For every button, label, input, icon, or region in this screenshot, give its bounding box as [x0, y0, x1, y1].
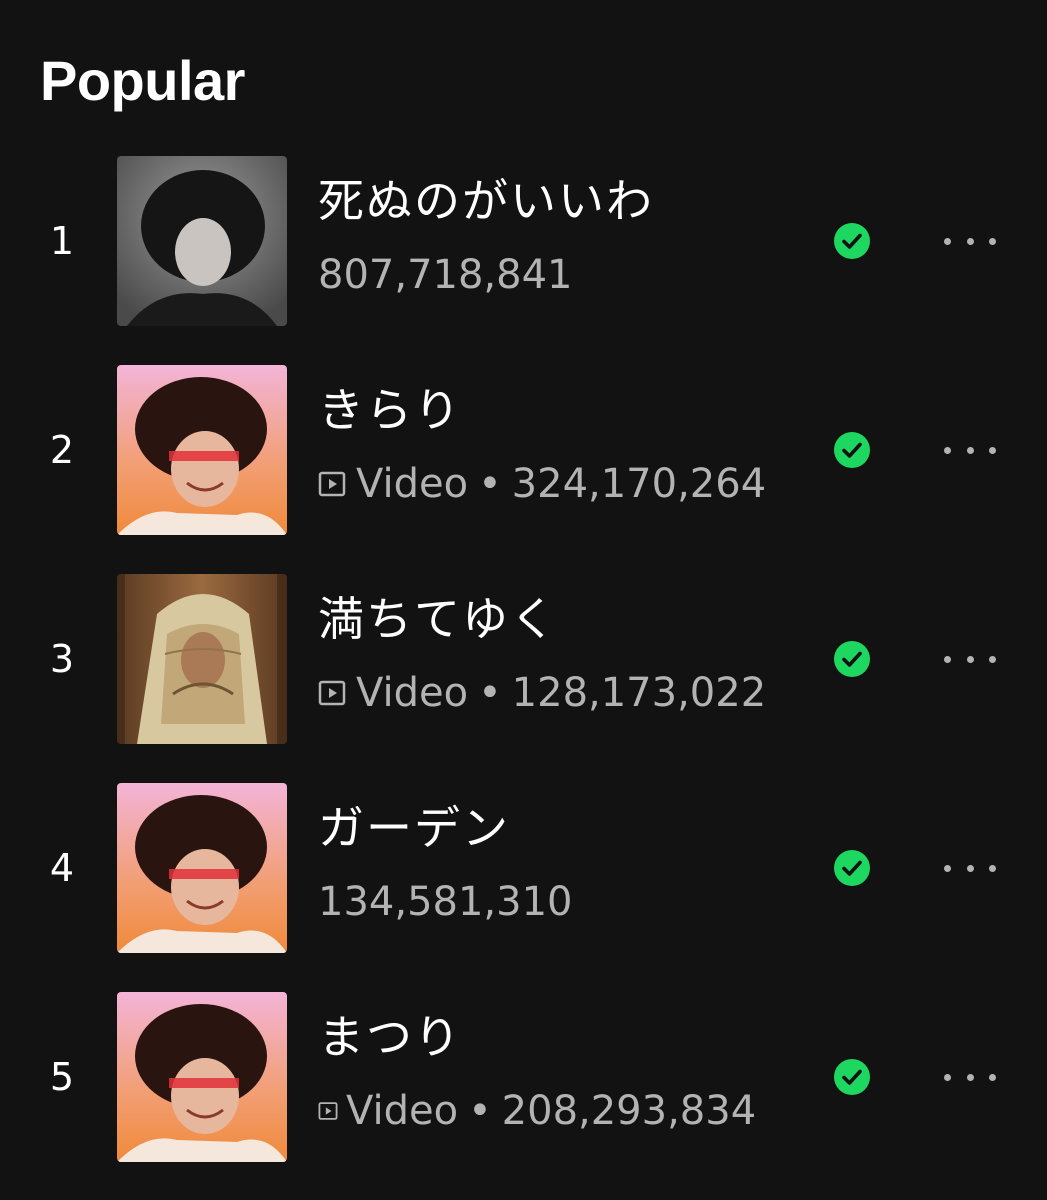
check-circle-icon — [834, 1059, 870, 1095]
track-rank: 3 — [49, 637, 75, 681]
more-horizontal-icon — [944, 655, 951, 663]
more-options-button[interactable] — [944, 856, 996, 880]
track-title: きらり — [318, 383, 462, 437]
track-meta: 807,718,841 — [318, 247, 572, 303]
track-row[interactable]: 5 まつり Video • 208,293,834 — [0, 991, 1047, 1163]
track-title: 満ちてゆく — [318, 592, 558, 646]
track-rank: 1 — [49, 219, 75, 263]
track-play-count: 807,718,841 — [318, 252, 573, 298]
track-meta: Video • 208,293,834 — [318, 1083, 756, 1139]
video-icon — [318, 1102, 338, 1120]
video-label: Video — [356, 670, 469, 716]
track-meta: 134,581,310 — [318, 874, 572, 930]
more-horizontal-icon — [944, 446, 951, 454]
meta-separator: • — [478, 461, 502, 507]
track-play-count: 134,581,310 — [318, 879, 573, 925]
track-cover-art — [117, 156, 287, 326]
check-circle-icon — [834, 850, 870, 886]
track-row[interactable]: 3 満ちてゆく Video • 128,173,022 — [0, 573, 1047, 745]
track-rank: 5 — [49, 1055, 75, 1099]
popular-track-list: 1 死ぬのがいいわ 807,718,841 2 きらり Video • 324,… — [0, 0, 1047, 1200]
track-play-count: 208,293,834 — [501, 1088, 757, 1134]
video-label: Video — [346, 1088, 459, 1134]
more-options-button[interactable] — [944, 1065, 996, 1089]
track-title: まつり — [318, 1010, 462, 1064]
video-icon — [318, 680, 346, 706]
track-meta: Video • 128,173,022 — [318, 665, 766, 721]
track-row[interactable]: 4 ガーデン 134,581,310 — [0, 782, 1047, 954]
more-options-button[interactable] — [944, 647, 996, 671]
track-cover-art — [117, 783, 287, 953]
track-row[interactable]: 1 死ぬのがいいわ 807,718,841 — [0, 155, 1047, 327]
track-row[interactable]: 2 きらり Video • 324,170,264 — [0, 364, 1047, 536]
track-cover-art — [117, 365, 287, 535]
more-options-button[interactable] — [944, 438, 996, 462]
track-rank: 4 — [49, 846, 75, 890]
track-cover-art — [117, 574, 287, 744]
track-play-count: 324,170,264 — [511, 461, 767, 507]
track-meta: Video • 324,170,264 — [318, 456, 766, 512]
more-options-button[interactable] — [944, 229, 996, 253]
track-rank: 2 — [49, 428, 75, 472]
track-play-count: 128,173,022 — [511, 670, 767, 716]
video-label: Video — [356, 461, 469, 507]
video-icon — [318, 471, 346, 497]
check-circle-icon — [834, 223, 870, 259]
check-circle-icon — [834, 641, 870, 677]
check-circle-icon — [834, 432, 870, 468]
track-cover-art — [117, 992, 287, 1162]
more-horizontal-icon — [944, 1073, 951, 1081]
track-title: ガーデン — [318, 801, 510, 855]
more-horizontal-icon — [944, 864, 951, 872]
more-horizontal-icon — [944, 237, 951, 245]
track-title: 死ぬのがいいわ — [318, 174, 654, 228]
meta-separator: • — [468, 1088, 492, 1134]
meta-separator: • — [478, 670, 502, 716]
